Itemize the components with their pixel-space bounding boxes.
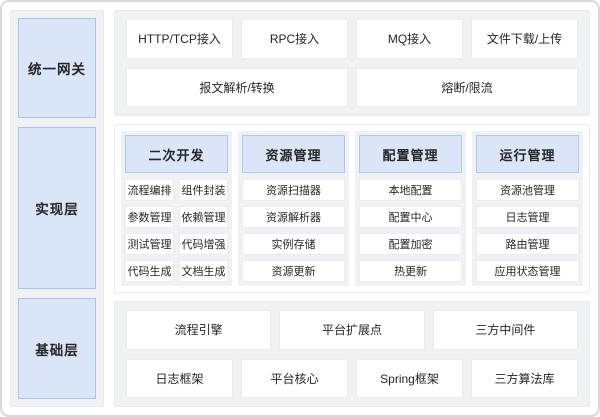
- base-box: 三方算法库: [471, 359, 578, 399]
- impl-item: 本地配置: [359, 179, 462, 201]
- base-row: 流程引擎 平台扩展点 三方中间件: [126, 310, 578, 350]
- base-box: 三方中间件: [433, 310, 578, 350]
- base-box: 平台核心: [241, 359, 348, 399]
- impl-item: 资源扫描器: [242, 179, 345, 201]
- impl-item: 热更新: [359, 260, 462, 282]
- gateway-box: MQ接入: [356, 19, 463, 59]
- impl-item: 实例存储: [242, 233, 345, 255]
- impl-item: 资源解析器: [242, 206, 345, 228]
- impl-item: 日志管理: [476, 206, 579, 228]
- base-box: Spring框架: [356, 359, 463, 399]
- impl-item: 测试管理: [125, 233, 174, 255]
- impl-column-resource-mgmt: 资源管理 资源扫描器 资源解析器 实例存储 资源更新: [238, 131, 349, 286]
- impl-item: 资源更新: [242, 260, 345, 282]
- gateway-box: RPC接入: [241, 19, 348, 59]
- impl-column-title: 配置管理: [359, 135, 462, 173]
- impl-column-secondary-dev: 二次开发 流程编排 组件封装 参数管理 依赖管理 测试管理 代码增强 代码生成 …: [121, 131, 232, 286]
- impl-column-items: 流程编排 组件封装 参数管理 依赖管理 测试管理 代码增强 代码生成 文档生成: [125, 179, 228, 282]
- impl-column-title: 资源管理: [242, 135, 345, 173]
- base-box: 平台扩展点: [279, 310, 424, 350]
- impl-item: 流程编排: [125, 179, 174, 201]
- impl-column-config-mgmt: 配置管理 本地配置 配置中心 配置加密 热更新: [355, 131, 466, 286]
- impl-item: 配置中心: [359, 206, 462, 228]
- base-row: 日志框架 平台核心 Spring框架 三方算法库: [126, 359, 578, 399]
- impl-item: 代码增强: [179, 233, 228, 255]
- gateway-box: 熔断/限流: [356, 68, 578, 108]
- impl-column-title: 二次开发: [125, 135, 228, 173]
- impl-column-items: 本地配置 配置中心 配置加密 热更新: [359, 179, 462, 282]
- impl-column-items: 资源扫描器 资源解析器 实例存储 资源更新: [242, 179, 345, 282]
- base-layer-panel: 流程引擎 平台扩展点 三方中间件 日志框架 平台核心 Spring框架 三方算法…: [114, 301, 590, 407]
- architecture-diagram: 统一网关 实现层 基础层 HTTP/TCP接入 RPC接入 MQ接入 文件下载/…: [0, 0, 600, 417]
- impl-item: 配置加密: [359, 233, 462, 255]
- impl-item: 代码生成: [125, 260, 174, 282]
- layer-label-impl: 实现层: [18, 127, 96, 290]
- layer-label-gateway: 统一网关: [18, 18, 96, 118]
- impl-column-items: 资源池管理 日志管理 路由管理 应用状态管理: [476, 179, 579, 282]
- diagram-main: HTTP/TCP接入 RPC接入 MQ接入 文件下载/上传 报文解析/转换 熔断…: [114, 10, 590, 407]
- gateway-box: HTTP/TCP接入: [126, 19, 233, 59]
- impl-item: 应用状态管理: [476, 260, 579, 282]
- base-box: 流程引擎: [126, 310, 271, 350]
- layer-label-base: 基础层: [18, 298, 96, 399]
- gateway-box: 报文解析/转换: [126, 68, 348, 108]
- base-box: 日志框架: [126, 359, 233, 399]
- gateway-layer-panel: HTTP/TCP接入 RPC接入 MQ接入 文件下载/上传 报文解析/转换 熔断…: [114, 10, 590, 116]
- impl-layer-panel: 二次开发 流程编排 组件封装 参数管理 依赖管理 测试管理 代码增强 代码生成 …: [114, 124, 590, 293]
- impl-item: 资源池管理: [476, 179, 579, 201]
- impl-column-runtime-mgmt: 运行管理 资源池管理 日志管理 路由管理 应用状态管理: [472, 131, 583, 286]
- impl-item: 参数管理: [125, 206, 174, 228]
- impl-column-title: 运行管理: [476, 135, 579, 173]
- impl-item: 路由管理: [476, 233, 579, 255]
- gateway-box: 文件下载/上传: [471, 19, 578, 59]
- impl-item: 文档生成: [179, 260, 228, 282]
- impl-item: 依赖管理: [179, 206, 228, 228]
- layer-label-sidebar: 统一网关 实现层 基础层: [10, 10, 104, 407]
- impl-item: 组件封装: [179, 179, 228, 201]
